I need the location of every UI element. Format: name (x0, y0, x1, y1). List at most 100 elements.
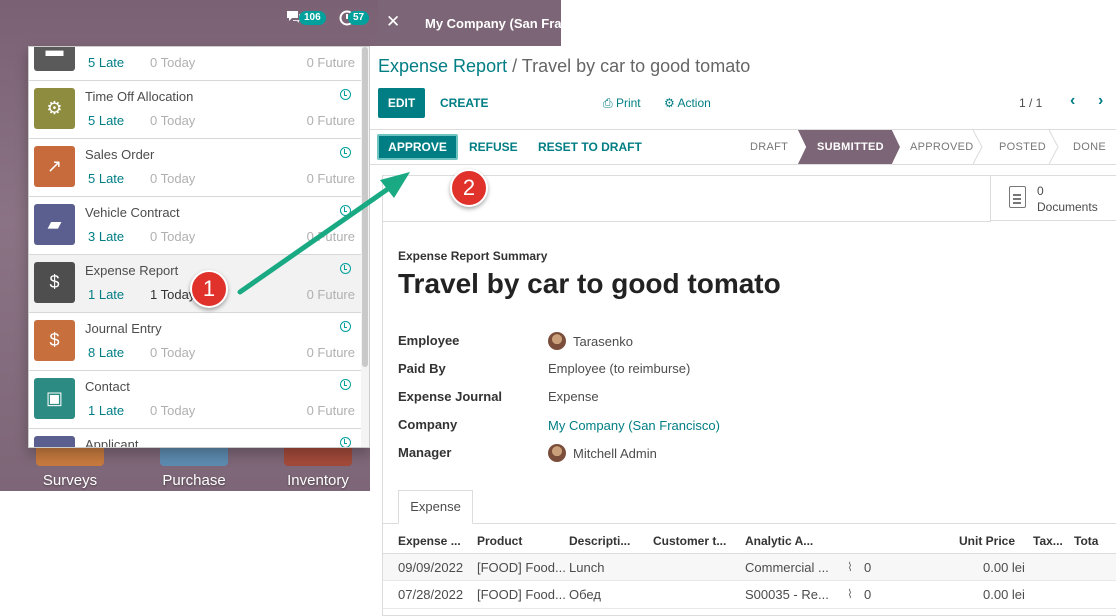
employee-label: Employee (398, 333, 460, 348)
column-header[interactable]: Tax... (1033, 534, 1063, 548)
main-navbar: 106 57 (0, 0, 378, 46)
app-tile-purchase[interactable]: Purchase (154, 448, 234, 489)
manager-field[interactable]: Mitchell Admin (548, 444, 657, 462)
breadcrumb-parent[interactable]: Expense Report (378, 56, 507, 76)
paperclip-icon[interactable]: ⌇ (847, 587, 853, 601)
activity-future[interactable]: 0 Future (307, 55, 355, 70)
scrollbar-thumb[interactable] (362, 47, 368, 367)
breadcrumb: Expense Report / Travel by car to good t… (378, 56, 750, 77)
print-button[interactable]: ⎙ Print (603, 96, 641, 111)
activity-name: Expense Report (85, 263, 179, 278)
form-view: Expense Report / Travel by car to good t… (370, 46, 1116, 616)
activity-row-sales-order[interactable]: ↗ Sales Order 5 Late 0 Today 0 Future (29, 139, 363, 197)
column-header[interactable]: Unit Price (959, 534, 1015, 548)
column-header[interactable]: Tota (1074, 534, 1098, 548)
activity-today[interactable]: 0 Today (150, 171, 195, 186)
paperclip-icon[interactable]: ⌇ (847, 560, 853, 574)
activity-today[interactable]: 1 Today (150, 287, 195, 302)
employee-value: Tarasenko (573, 334, 633, 349)
table-row[interactable]: 07/28/2022 [FOOD] Food... Обед S00035 - … (383, 581, 1116, 609)
breadcrumb-current: Travel by car to good tomato (521, 56, 751, 76)
expense-journal-field[interactable]: Expense (548, 389, 599, 404)
app-tile-inventory[interactable]: Inventory (278, 448, 358, 489)
create-button[interactable]: CREATE (440, 96, 488, 110)
activity-future[interactable]: 0 Future (307, 113, 355, 128)
activity-row[interactable]: ▬ 5 Late 0 Today 0 Future (29, 47, 363, 81)
activity-late[interactable]: 1 Late (88, 403, 124, 418)
clock-icon (340, 321, 351, 332)
tab-expense[interactable]: Expense (398, 490, 473, 524)
activity-future[interactable]: 0 Future (307, 345, 355, 360)
activity-today[interactable]: 0 Today (150, 113, 195, 128)
column-header[interactable]: Product (477, 534, 522, 548)
activity-late[interactable]: 5 Late (88, 171, 124, 186)
activity-today[interactable]: 0 Today (150, 55, 195, 70)
activity-future[interactable]: 0 Future (307, 403, 355, 418)
activity-row-contact[interactable]: ▣ Contact 1 Late 0 Today 0 Future (29, 371, 363, 429)
invoice-icon: $ (34, 320, 75, 361)
edit-button[interactable]: EDIT (378, 88, 425, 118)
chevron-right-icon[interactable]: › (1098, 92, 1103, 110)
activity-late[interactable]: 5 Late (88, 113, 124, 128)
step-marker-1: 1 (190, 270, 228, 308)
action-label: Action (677, 96, 711, 110)
step-marker-2: 2 (450, 169, 488, 207)
chevron-left-icon[interactable]: ‹ (1070, 92, 1075, 110)
purchase-tile-icon (160, 448, 228, 466)
summary-label: Expense Report Summary (398, 249, 548, 263)
column-header[interactable]: Analytic A... (745, 534, 813, 548)
print-label: Print (615, 96, 641, 110)
activity-late[interactable]: 5 Late (88, 55, 124, 70)
activity-late[interactable]: 3 Late (88, 229, 124, 244)
company-field[interactable]: My Company (San Francisco) (548, 418, 720, 433)
cell-attachments: 0 (864, 587, 872, 602)
activity-badge: 57 (348, 11, 370, 25)
activity-row-journal-entry[interactable]: $ Journal Entry 8 Late 0 Today 0 Future (29, 313, 363, 371)
cell-unit-price: 0.00 lei (983, 560, 1025, 575)
user-gear-icon: ⚙ (34, 88, 75, 129)
target-icon: ◎ (34, 436, 75, 447)
form-navbar: ✕ My Company (San Franc (378, 0, 577, 46)
pager-value[interactable]: 1 / 1 (1019, 96, 1042, 110)
app-tile-label: Surveys (42, 472, 98, 489)
cell-unit-price: 0.00 lei (983, 587, 1025, 602)
activity-future[interactable]: 0 Future (307, 287, 355, 302)
activity-today[interactable]: 0 Today (150, 345, 195, 360)
activity-today[interactable]: 0 Today (150, 403, 195, 418)
activity-late[interactable]: 8 Late (88, 345, 124, 360)
activity-row-time-off-allocation[interactable]: ⚙ Time Off Allocation 5 Late 0 Today 0 F… (29, 81, 363, 139)
manager-label: Manager (398, 445, 452, 460)
action-button[interactable]: ⚙ Action (664, 96, 711, 110)
clock-icon (340, 437, 351, 447)
close-icon[interactable]: ✕ (386, 12, 400, 32)
activity-today[interactable]: 0 Today (150, 229, 195, 244)
app-tile-surveys[interactable]: Surveys (30, 448, 110, 489)
documents-label: Documents (1037, 200, 1098, 214)
company-switcher[interactable]: My Company (San Franc (425, 16, 577, 31)
manager-value: Mitchell Admin (573, 446, 657, 461)
status-bar: APPROVE REFUSE RESET TO DRAFT DRAFT SUBM… (370, 129, 1116, 165)
activity-row-applicant[interactable]: ◎ Applicant (29, 429, 363, 447)
clock-icon (340, 89, 351, 100)
activity-row-vehicle-contract[interactable]: ▰ Vehicle Contract 3 Late 0 Today 0 Futu… (29, 197, 363, 255)
cell-date: 07/28/2022 (398, 587, 464, 602)
inventory-tile-icon (284, 448, 352, 466)
activity-future[interactable]: 0 Future (307, 229, 355, 244)
tab-divider (383, 523, 1116, 524)
column-header[interactable]: Descripti... (569, 534, 630, 548)
address-book-icon: ▣ (34, 378, 75, 419)
employee-field[interactable]: Tarasenko (548, 332, 633, 350)
paid-by-field[interactable]: Employee (to reimburse) (548, 361, 690, 376)
documents-smart-button[interactable]: 0 Documents (990, 176, 1116, 221)
column-header[interactable]: Customer t... (653, 534, 726, 548)
clock-icon (340, 147, 351, 158)
column-header[interactable]: Expense ... (398, 534, 461, 548)
dropdown-scrollbar[interactable] (361, 47, 369, 447)
activity-late[interactable]: 1 Late (88, 287, 124, 302)
activity-name: Time Off Allocation (85, 89, 194, 104)
activity-future[interactable]: 0 Future (307, 171, 355, 186)
table-row[interactable]: 09/09/2022 [FOOD] Food... Lunch Commerci… (383, 553, 1116, 581)
cell-description: Обед (569, 587, 601, 602)
divider (383, 221, 991, 222)
activity-name: Contact (85, 379, 130, 394)
